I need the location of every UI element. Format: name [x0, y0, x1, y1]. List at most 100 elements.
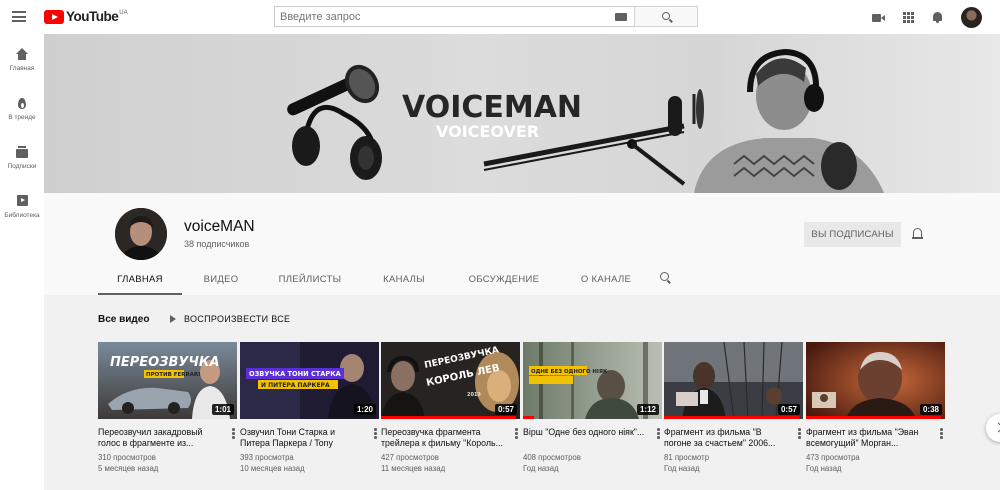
video-views: 427 просмотров: [381, 453, 439, 462]
search-input[interactable]: [275, 7, 634, 27]
more-options-icon[interactable]: [657, 428, 660, 439]
tab-videos[interactable]: ВИДЕО: [182, 267, 260, 295]
more-options-icon[interactable]: [374, 428, 377, 439]
channel-banner: VOICEMAN VOICEOVER: [44, 34, 1000, 193]
video-shelf: ПЕРЕОЗВУЧКА ПРОТИВ FERRARI 1:01 Переозву…: [98, 342, 1000, 490]
channel-header: voiceMAN 38 подписчиков ВЫ ПОДПИСАНЫ ГЛА…: [44, 193, 1000, 295]
tab-about[interactable]: О КАНАЛЕ: [560, 267, 652, 295]
logo-region: UA: [119, 10, 128, 16]
thumbnail-year: 2019: [467, 392, 481, 398]
video-views: 310 просмотров: [98, 453, 156, 462]
thumbnail-subtitle: И ПИТЕРА ПАРКЕРА: [261, 382, 330, 389]
top-bar: YouTube UA: [0, 0, 1000, 34]
subscribed-button[interactable]: ВЫ ПОДПИСАНЫ: [804, 222, 901, 247]
video-duration: 0:57: [777, 404, 800, 415]
video-thumbnail[interactable]: 0:57: [664, 342, 803, 419]
search-box: [274, 6, 634, 27]
next-arrow-button[interactable]: [986, 414, 1000, 442]
video-title[interactable]: Переозвучил закадровый голос в фрагменте…: [98, 427, 220, 449]
video-age: Год назад: [806, 464, 842, 473]
sidebar-item-label: Подписки: [7, 163, 37, 170]
tab-channels[interactable]: КАНАЛЫ: [360, 267, 448, 295]
home-icon: [16, 48, 28, 60]
more-options-icon[interactable]: [798, 428, 801, 439]
microphone-illustration-left: [287, 64, 382, 180]
thumbnail-subtitle: ПРОТИВ FERRARI: [146, 372, 200, 378]
video-thumbnail[interactable]: ОЗВУЧКА ТОНИ СТАРКА И ПИТЕРА ПАРКЕРА 1:2…: [240, 342, 379, 419]
notification-bell-icon[interactable]: [912, 228, 923, 241]
logo-text: YouTube: [66, 9, 119, 24]
user-avatar[interactable]: [961, 7, 982, 28]
video-thumbnail[interactable]: ПЕРЕОЗВУЧКА КОРОЛЬ ЛЕВ 2019 0:57: [381, 342, 520, 419]
video-title[interactable]: Вірш "Одне без одного ніяк"...: [523, 427, 645, 449]
sidebar-item-subscriptions[interactable]: Подписки: [0, 146, 44, 170]
search-bar: [274, 6, 698, 27]
video-card[interactable]: ОЗВУЧКА ТОНИ СТАРКА И ПИТЕРА ПАРКЕРА 1:2…: [240, 342, 379, 474]
video-title[interactable]: Фрагмент из фильма "Эван всемогущий" Мор…: [806, 427, 928, 449]
video-card[interactable]: 0:38 Фрагмент из фильма "Эван всемогущий…: [806, 342, 945, 474]
video-title[interactable]: Переозвучка фрагмента трейлера к фильму …: [381, 427, 503, 449]
watched-progress: [523, 416, 535, 419]
more-options-icon[interactable]: [515, 428, 518, 439]
video-age: Год назад: [664, 464, 700, 473]
video-thumbnail[interactable]: 0:38: [806, 342, 945, 419]
video-title[interactable]: Озвучил Тони Старка и Питера Паркера / T…: [240, 427, 362, 449]
more-options-icon[interactable]: [940, 428, 943, 439]
video-duration: 0:38: [919, 404, 942, 415]
thumbnail-title: ОДНЕ БЕЗ ОДНОГО НІЯК: [531, 369, 608, 375]
video-views: 408 просмотров: [523, 453, 581, 462]
play-all-label: ВОСПРОИЗВЕСТИ ВСЕ: [184, 314, 291, 324]
notifications-icon[interactable]: [932, 11, 943, 24]
search-icon: [662, 12, 670, 20]
youtube-logo[interactable]: YouTube UA: [44, 9, 128, 25]
video-title[interactable]: Фрагмент из фильма "В погоне за счастьем…: [664, 427, 786, 449]
sidebar-item-library[interactable]: Библиотека: [0, 195, 44, 219]
watched-progress: [381, 416, 516, 419]
channel-content: Все видео ВОСПРОИЗВЕСТИ ВСЕ ПЕРЕОЗВУЧКА …: [44, 295, 1000, 490]
sidebar: Главная В тренде Подписки Библиотека: [0, 34, 44, 490]
top-actions: [872, 7, 982, 28]
avatar-image: [115, 208, 167, 260]
channel-tabs: ГЛАВНАЯ ВИДЕО ПЛЕЙЛИСТЫ КАНАЛЫ ОБСУЖДЕНИ…: [98, 267, 674, 295]
create-video-icon[interactable]: [872, 13, 885, 23]
video-duration: 1:01: [211, 404, 234, 415]
video-duration: 1:20: [353, 404, 376, 415]
video-views: 473 просмотра: [806, 453, 860, 462]
library-icon: [16, 195, 28, 207]
play-all-button[interactable]: ВОСПРОИЗВЕСТИ ВСЕ: [170, 312, 290, 326]
video-age: Год назад: [523, 464, 559, 473]
tab-discussion[interactable]: ОБСУЖДЕНИЕ: [448, 267, 560, 295]
tab-playlists[interactable]: ПЛЕЙЛИСТЫ: [260, 267, 360, 295]
sidebar-item-home[interactable]: Главная: [0, 48, 44, 72]
apps-icon[interactable]: [903, 12, 914, 23]
video-thumbnail[interactable]: ПЕРЕОЗВУЧКА ПРОТИВ FERRARI 1:01: [98, 342, 237, 419]
video-age: 10 месяцев назад: [240, 464, 305, 473]
tab-home[interactable]: ГЛАВНАЯ: [98, 267, 182, 295]
video-card[interactable]: 0:57 Фрагмент из фильма "В погоне за сча…: [664, 342, 803, 474]
play-icon: [170, 315, 176, 323]
video-views: 81 просмотр: [664, 453, 710, 462]
fire-icon: [16, 97, 28, 109]
banner-subtitle: VOICEOVER: [436, 122, 539, 141]
section-title[interactable]: Все видео: [98, 314, 149, 325]
video-age: 11 месяцев назад: [381, 464, 446, 473]
video-card[interactable]: ПЕРЕОЗВУЧКА КОРОЛЬ ЛЕВ 2019 0:57 Переозв…: [381, 342, 520, 474]
video-age: 5 месяцев назад: [98, 464, 159, 473]
tab-search[interactable]: [652, 267, 674, 295]
video-card[interactable]: ПЕРЕОЗВУЧКА ПРОТИВ FERRARI 1:01 Переозву…: [98, 342, 237, 474]
thumbnail-title: ПЕРЕОЗВУЧКА: [110, 355, 220, 370]
menu-icon[interactable]: [12, 11, 26, 22]
sidebar-item-trending[interactable]: В тренде: [0, 97, 44, 121]
channel-avatar[interactable]: [115, 208, 167, 260]
more-options-icon[interactable]: [232, 428, 235, 439]
sidebar-item-label: В тренде: [8, 114, 36, 121]
search-button[interactable]: [634, 6, 698, 27]
video-duration: 1:12: [636, 404, 659, 415]
search-icon: [660, 272, 672, 284]
keyboard-icon[interactable]: [615, 13, 627, 21]
banner-title: VOICEMAN: [402, 90, 582, 125]
video-card[interactable]: ОДНЕ БЕЗ ОДНОГО НІЯК 1:12 Вірш "Одне без…: [523, 342, 662, 474]
sidebar-item-label: Главная: [9, 65, 35, 72]
watched-progress: [664, 416, 799, 419]
video-thumbnail[interactable]: ОДНЕ БЕЗ ОДНОГО НІЯК 1:12: [523, 342, 662, 419]
